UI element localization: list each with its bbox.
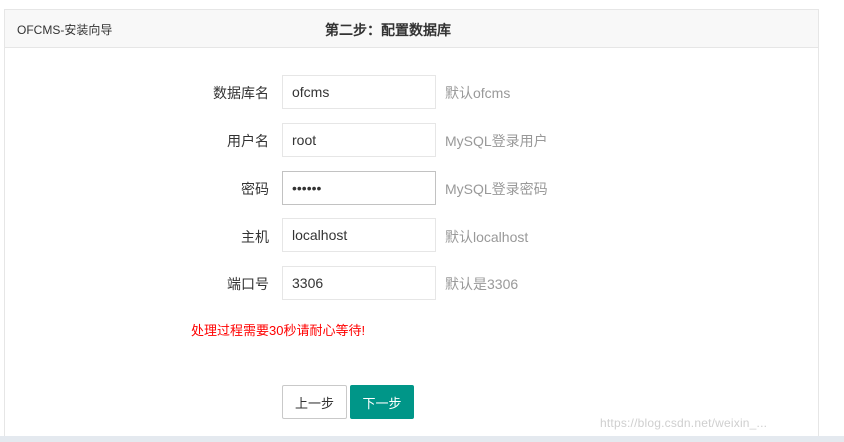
password-label: 密码 xyxy=(241,181,269,197)
db-name-hint: 默认ofcms xyxy=(445,85,511,101)
username-hint: MySQL登录用户 xyxy=(445,133,548,149)
port-hint: 默认是3306 xyxy=(445,276,519,292)
username-label: 用户名 xyxy=(227,133,269,149)
bottom-bar xyxy=(0,436,844,442)
port-label: 端口号 xyxy=(227,276,269,292)
host-input[interactable] xyxy=(282,218,436,252)
page: OFCMS-安装向导 第二步：配置数据库 数据库名 默认ofcms 用户名 My… xyxy=(0,0,844,442)
step-title: 第二步：配置数据库 xyxy=(325,22,451,38)
watermark: https://blog.csdn.net/weixin_... xyxy=(600,416,768,430)
db-name-label: 数据库名 xyxy=(213,85,269,101)
db-name-input[interactable] xyxy=(282,75,436,109)
username-input[interactable] xyxy=(282,123,436,157)
password-hint: MySQL登录密码 xyxy=(445,181,548,197)
password-input[interactable] xyxy=(282,171,436,205)
wait-warning: 处理过程需要30秒请耐心等待! xyxy=(191,323,366,338)
prev-step-button[interactable]: 上一步 xyxy=(282,385,347,419)
host-hint: 默认localhost xyxy=(445,229,529,245)
app-title: OFCMS-安装向导 xyxy=(17,23,113,37)
host-label: 主机 xyxy=(241,229,269,245)
panel-header: OFCMS-安装向导 第二步：配置数据库 xyxy=(5,10,818,48)
next-step-button[interactable]: 下一步 xyxy=(350,385,414,419)
port-input[interactable] xyxy=(282,266,436,300)
